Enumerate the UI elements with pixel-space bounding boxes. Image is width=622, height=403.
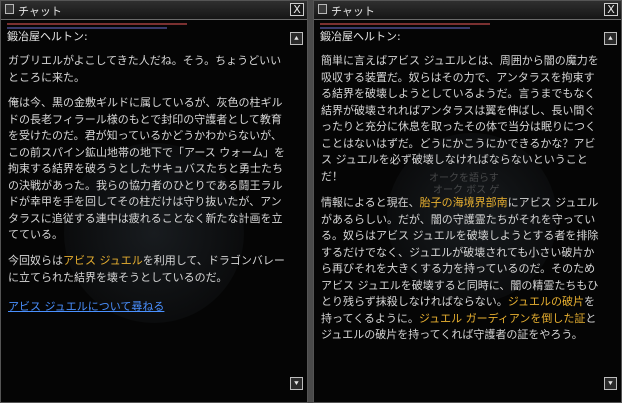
- dialog-paragraph: ガブリエルがよこしてきた人だね。そう。ちょうどいいところに来た。: [8, 53, 288, 86]
- dialog-text: 簡単に言えばアビス ジュエルとは、周囲から闇の魔力を吸収する装置だ。奴らはその力…: [321, 54, 599, 183]
- dialog-paragraph: 俺は今、黒の金敷ギルドに属しているが、灰色の柱ギルドの長老フィラール様のもとで封…: [8, 95, 288, 244]
- close-button[interactable]: X: [604, 3, 618, 16]
- window-title: チャット: [331, 5, 375, 18]
- npc-name: 鍛冶屋ヘルトン:: [320, 30, 401, 43]
- highlight-text: 胎子の海境界部南: [419, 196, 508, 209]
- highlight-text: ジュエル ガーディアンを倒した証: [418, 311, 586, 325]
- dialog-text: ガブリエルがよこしてきた人だね。そう。ちょうどいいところに来た。: [8, 54, 282, 84]
- hp-bar: [7, 23, 187, 25]
- chat-content: 鍛冶屋ヘルトン: オークを語らす オーク ボス ゲ 簡単に言えばアビス ジュエル…: [317, 23, 602, 398]
- ask-abyss-jewel-link[interactable]: アビス ジュエルについて尋ねる: [8, 300, 164, 313]
- window-icon: [318, 4, 327, 14]
- dialog-link-row: アビス ジュエルについて尋ねる: [8, 299, 288, 316]
- scroll-down-button[interactable]: ⯆: [290, 377, 303, 390]
- chat-content: 鍛冶屋ヘルトン: ガブリエルがよこしてきた人だね。そう。ちょうどいいところに来た…: [4, 23, 288, 398]
- scroll-down-button[interactable]: ⯆: [604, 377, 617, 390]
- dialog-text: 今回奴らはアビス ジュエルを利用して、ドラゴンバレーに立てられた結界を壊そうとし…: [8, 253, 288, 286]
- title-bar[interactable]: チャット X: [314, 1, 621, 20]
- scroll-up-button[interactable]: ⯅: [290, 32, 303, 45]
- highlight-text: ジュエルの破片: [507, 295, 585, 308]
- scrollbar[interactable]: ⯅ ⯆: [604, 23, 618, 398]
- title-bar[interactable]: チャット X: [1, 1, 307, 20]
- chat-window-left: チャット X 鍛冶屋ヘルトン: ガブリエルがよこしてきた人だね。そう。ちょうどい…: [0, 0, 308, 403]
- text-segment: にアビス ジュエルがあるらしい。だが、闇の守護霊たちがそれを守っている。奴らはア…: [321, 196, 599, 308]
- text-segment: 情報によると現在、: [321, 196, 420, 209]
- window-title: チャット: [18, 5, 62, 18]
- dialog-text: 俺は今、黒の金敷ギルドに属しているが、灰色の柱ギルドの長老フィラール様のもとで封…: [8, 96, 285, 241]
- dialog-paragraph: 今回奴らはアビス ジュエルを利用して、ドラゴンバレーに立てられた結界を壊そうとし…: [8, 253, 288, 286]
- npc-name: 鍛冶屋ヘルトン:: [7, 30, 88, 43]
- chat-window-right: チャット X 鍛冶屋ヘルトン: オークを語らす オーク ボス ゲ 簡単に言えばア…: [313, 0, 622, 403]
- scrollbar[interactable]: ⯅ ⯆: [290, 23, 304, 398]
- hp-bar: [320, 23, 490, 25]
- dialog-text: 情報によると現在、胎子の海境界部南にアビス ジュエルがあるらしい。だが、闇の守護…: [321, 195, 602, 344]
- highlight-text: アビス ジュエル: [63, 254, 143, 267]
- scroll-up-button[interactable]: ⯅: [604, 32, 617, 45]
- window-icon: [5, 4, 14, 14]
- close-button[interactable]: X: [290, 3, 304, 16]
- dialog-paragraph: 情報によると現在、胎子の海境界部南にアビス ジュエルがあるらしい。だが、闇の守護…: [321, 195, 602, 344]
- text-segment: 今回奴らは: [8, 254, 63, 267]
- dialog-paragraph: 簡単に言えばアビス ジュエルとは、周囲から闇の魔力を吸収する装置だ。奴らはその力…: [321, 53, 602, 185]
